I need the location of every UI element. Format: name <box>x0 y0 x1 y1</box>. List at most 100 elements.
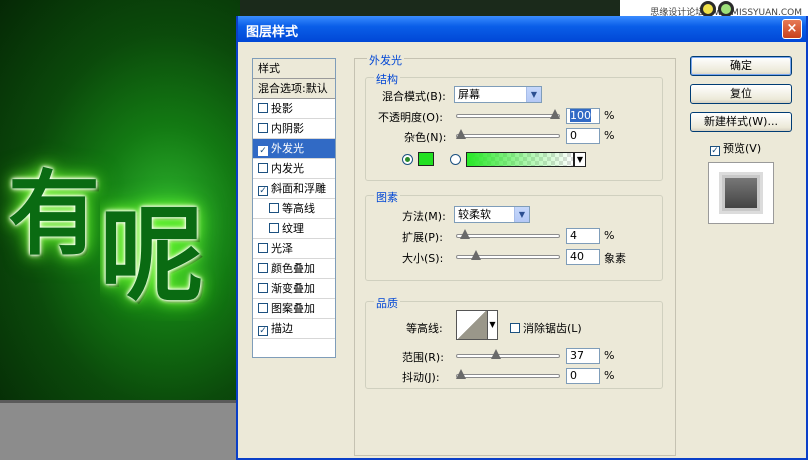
contour-picker[interactable] <box>456 310 488 340</box>
range-unit: % <box>604 349 615 362</box>
glow-color-swatch[interactable] <box>418 152 434 166</box>
opacity-slider[interactable] <box>456 109 560 121</box>
style-item-label: 外发光 <box>271 142 304 155</box>
style-item-label: 内发光 <box>271 162 304 175</box>
logo-ring-icon <box>718 1 734 17</box>
blend-mode-select[interactable]: 屏幕 ▼ <box>454 86 542 103</box>
range-input[interactable]: 37 <box>566 348 600 364</box>
jitter-slider[interactable] <box>456 369 560 381</box>
style-item[interactable]: ✓ 描边 <box>253 319 335 339</box>
noise-unit: % <box>604 129 615 142</box>
style-item[interactable]: 样式 <box>253 59 335 79</box>
checkbox-icon[interactable] <box>258 263 268 273</box>
checkbox-icon[interactable] <box>269 203 279 213</box>
checkbox-checked-icon[interactable]: ✓ <box>710 146 720 156</box>
reset-button[interactable]: 复位 <box>690 84 792 104</box>
quality-group: 品质 等高线: ▼ 消除锯齿(L) 范围(R): 37 % 抖动(J): 0 % <box>365 295 663 389</box>
spread-slider[interactable] <box>456 229 560 241</box>
glow-gradient-picker[interactable] <box>466 152 574 167</box>
style-item-label: 投影 <box>271 102 293 115</box>
checkbox-icon[interactable] <box>258 123 268 133</box>
size-unit: 象素 <box>604 252 626 265</box>
panel-title: 外发光 <box>367 52 404 68</box>
checkbox-icon[interactable] <box>510 323 520 333</box>
gradient-radio[interactable] <box>450 154 461 165</box>
ok-button[interactable]: 确定 <box>690 56 792 76</box>
style-item-label: 描边 <box>271 322 293 335</box>
structure-title: 结构 <box>374 71 400 87</box>
checkbox-icon[interactable] <box>269 223 279 233</box>
checkbox-checked-icon[interactable]: ✓ <box>258 186 268 196</box>
style-item[interactable]: 等高线 <box>253 199 335 219</box>
dialog-titlebar[interactable]: 图层样式 × <box>238 16 806 42</box>
checkbox-icon[interactable] <box>258 163 268 173</box>
jitter-input[interactable]: 0 <box>566 368 600 384</box>
chevron-down-icon[interactable]: ▼ <box>574 152 586 167</box>
opacity-input[interactable]: 100 <box>566 108 600 124</box>
noise-slider[interactable] <box>456 129 560 141</box>
glow-text-char-2: 呢 <box>100 194 205 316</box>
style-item[interactable]: 混合选项:默认 <box>253 79 335 99</box>
style-item-label: 纹理 <box>282 222 304 235</box>
style-item[interactable]: 内阴影 <box>253 119 335 139</box>
range-label: 范围(R): <box>402 351 444 364</box>
style-item-label: 渐变叠加 <box>271 282 315 295</box>
antialias-checkbox[interactable]: 消除锯齿(L) <box>510 320 582 336</box>
logo-ring-icon <box>700 1 716 17</box>
screen: 有 呢 思缘设计论坛 www.MISSYUAN.COM 图层样式 × 样式 混合选… <box>0 0 808 460</box>
style-item[interactable]: 纹理 <box>253 219 335 239</box>
preview-swatch <box>722 175 760 211</box>
size-label: 大小(S): <box>402 252 444 265</box>
technique-label: 方法(M): <box>402 210 446 223</box>
style-item[interactable]: ✓ 外发光 <box>253 139 335 159</box>
slider-thumb[interactable] <box>471 250 481 260</box>
new-style-button[interactable]: 新建样式(W)... <box>690 112 792 132</box>
style-item[interactable]: 光泽 <box>253 239 335 259</box>
styles-list: 样式 混合选项:默认 投影 内阴影 ✓ 外发光 内发光 ✓ 斜面和浮雕 等高线 纹理 光泽 颜色叠加 渐变… <box>252 58 336 358</box>
preview-checkbox[interactable]: ✓ 预览(V) <box>710 140 761 156</box>
document-canvas[interactable]: 有 呢 <box>0 0 240 400</box>
outer-glow-panel: 外发光 结构 混合模式(B): 屏幕 ▼ 不透明度(O): 100 % 杂色(N… <box>354 52 676 456</box>
solid-color-radio[interactable] <box>402 154 413 165</box>
checkbox-checked-icon[interactable]: ✓ <box>258 326 268 336</box>
quality-title: 品质 <box>374 295 400 311</box>
slider-thumb[interactable] <box>491 349 501 359</box>
checkbox-icon[interactable] <box>258 283 268 293</box>
glow-text-char-1: 有 <box>8 161 101 268</box>
contour-label: 等高线: <box>406 322 443 335</box>
chevron-down-icon[interactable]: ▼ <box>488 310 498 340</box>
spread-unit: % <box>604 229 615 242</box>
blend-mode-value: 屏幕 <box>458 88 480 101</box>
structure-group: 结构 混合模式(B): 屏幕 ▼ 不透明度(O): 100 % 杂色(N): 0… <box>365 71 663 181</box>
style-item[interactable]: 内发光 <box>253 159 335 179</box>
checkbox-icon[interactable] <box>258 303 268 313</box>
slider-thumb[interactable] <box>456 369 466 379</box>
style-item[interactable]: ✓ 斜面和浮雕 <box>253 179 335 199</box>
elements-title: 图素 <box>374 189 400 205</box>
style-item-label: 内阴影 <box>271 122 304 135</box>
dialog-title: 图层样式 <box>246 25 299 40</box>
checkbox-icon[interactable] <box>258 243 268 253</box>
style-item-label: 图案叠加 <box>271 302 315 315</box>
workspace-gray-area <box>0 400 240 460</box>
style-item[interactable]: 投影 <box>253 99 335 119</box>
chevron-down-icon: ▼ <box>514 207 529 222</box>
range-slider[interactable] <box>456 349 560 361</box>
technique-select[interactable]: 较柔软 ▼ <box>454 206 530 223</box>
spread-input[interactable]: 4 <box>566 228 600 244</box>
style-item[interactable]: 渐变叠加 <box>253 279 335 299</box>
slider-thumb[interactable] <box>460 229 470 239</box>
size-slider[interactable] <box>456 250 560 262</box>
noise-input[interactable]: 0 <box>566 128 600 144</box>
style-item[interactable]: 图案叠加 <box>253 299 335 319</box>
checkbox-icon[interactable] <box>258 103 268 113</box>
style-item-label: 颜色叠加 <box>271 262 315 275</box>
style-item[interactable]: 颜色叠加 <box>253 259 335 279</box>
style-item-label: 光泽 <box>271 242 293 255</box>
slider-thumb[interactable] <box>550 109 560 119</box>
size-input[interactable]: 40 <box>566 249 600 265</box>
checkbox-checked-icon[interactable]: ✓ <box>258 146 268 156</box>
close-button[interactable]: × <box>782 19 802 39</box>
slider-thumb[interactable] <box>456 129 466 139</box>
jitter-unit: % <box>604 369 615 382</box>
